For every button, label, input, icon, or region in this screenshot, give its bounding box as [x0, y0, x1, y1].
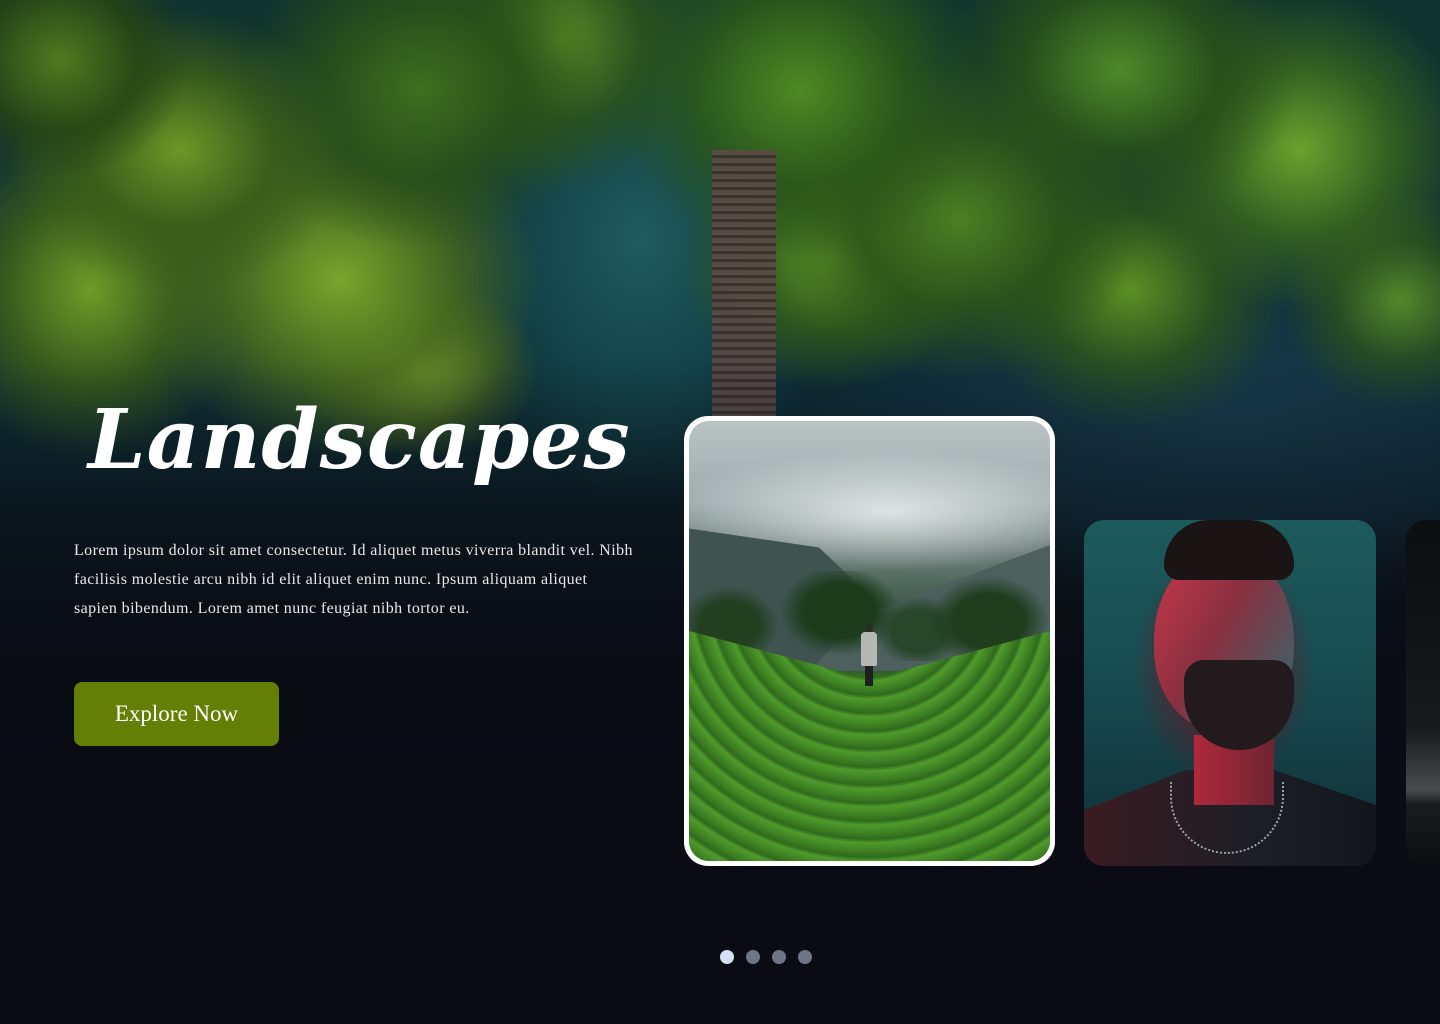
hero-description: Lorem ipsum dolor sit amet consectetur. … — [74, 542, 633, 617]
explore-now-button[interactable]: Explore Now — [74, 682, 279, 746]
carousel-card-landscape[interactable] — [684, 416, 1055, 866]
portrait-hair — [1164, 520, 1294, 580]
pagination-dot-3[interactable] — [772, 950, 786, 964]
pagination-dot-2[interactable] — [746, 950, 760, 964]
walking-person-figure — [860, 624, 878, 686]
landscape-photo — [689, 421, 1050, 861]
pagination-dot-1[interactable] — [720, 950, 734, 964]
hero-section: Landscapes Lorem ipsum dolor sit amet co… — [0, 0, 1440, 1024]
carousel-card-portrait[interactable] — [1084, 520, 1376, 866]
pagination-dot-4[interactable] — [798, 950, 812, 964]
carousel-pagination — [720, 950, 812, 964]
hero-title: Landscapes — [88, 392, 631, 488]
carousel-card-dark[interactable] — [1406, 520, 1440, 866]
